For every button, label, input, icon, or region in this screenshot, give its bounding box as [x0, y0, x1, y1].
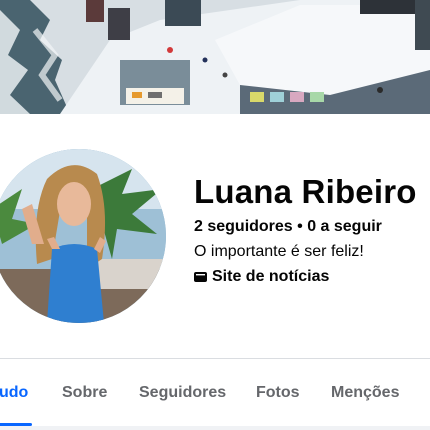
- profile-category: Site de notícias: [194, 268, 329, 286]
- tab-sobre[interactable]: Sobre: [62, 384, 107, 402]
- tab-tudo[interactable]: udo: [0, 384, 28, 402]
- follower-counts[interactable]: 2 seguidores • 0 a seguir: [194, 218, 382, 236]
- cover-photo-image: [0, 0, 430, 114]
- section-separator: [0, 426, 430, 430]
- avatar-image: [0, 149, 166, 323]
- cover-photo[interactable]: [0, 0, 430, 114]
- profile-name: Luana Ribeiro: [194, 173, 417, 210]
- tab-fotos[interactable]: Fotos: [256, 384, 300, 402]
- header-divider: [0, 358, 430, 359]
- news-icon: [194, 272, 207, 282]
- tab-mencoes[interactable]: Menções: [331, 384, 399, 402]
- category-label: Site de notícias: [212, 268, 330, 285]
- profile-bio: O importante é ser feliz!: [194, 243, 364, 260]
- tab-seguidores[interactable]: Seguidores: [139, 384, 226, 402]
- profile-tabs: udo Sobre Seguidores Fotos Menções: [0, 360, 430, 428]
- profile-page: Luana Ribeiro 2 seguidores • 0 a seguir …: [0, 0, 430, 430]
